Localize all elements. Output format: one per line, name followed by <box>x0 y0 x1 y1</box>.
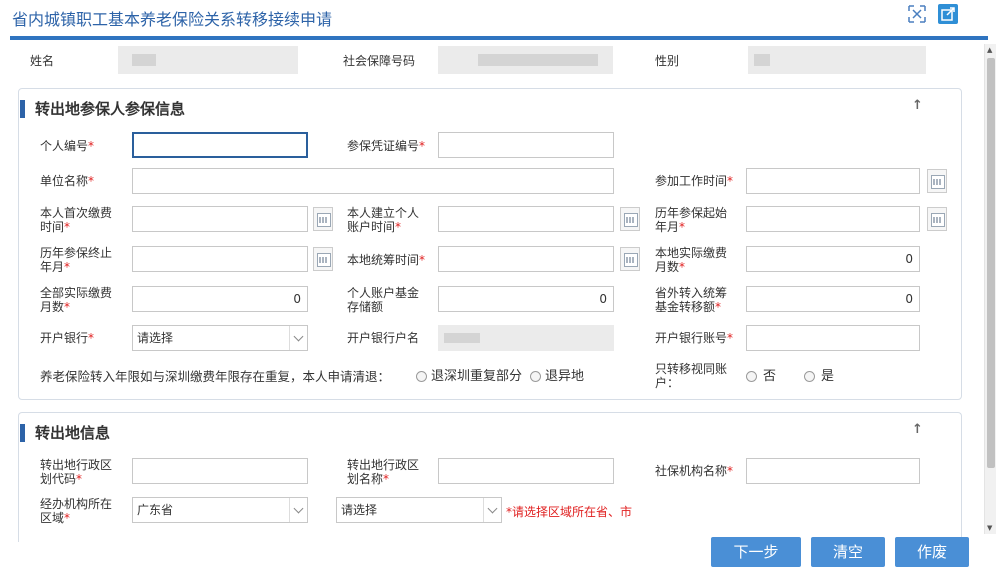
external-fund-input[interactable]: 0 <box>746 286 920 312</box>
history-start-input[interactable] <box>746 206 920 232</box>
radio-no-label: 否 <box>763 369 777 384</box>
region-code-input[interactable] <box>132 458 308 484</box>
gender-value-redacted <box>748 46 926 74</box>
gender-label: 性别 <box>655 54 680 68</box>
window-title: 省内城镇职工基本养老保险关系转移接续申请 <box>12 10 333 29</box>
ssn-value-redacted <box>438 46 613 74</box>
region-name-label: 转出地行政区 划名称* <box>347 458 420 486</box>
bank-account-name-label: 开户银行户名 <box>347 331 420 345</box>
section-title-region: 转出地信息 <box>20 424 110 442</box>
calendar-icon[interactable] <box>620 207 640 231</box>
external-fund-label: 省外转入统筹 基金转移额* <box>655 286 728 314</box>
crop-expand-icon[interactable] <box>907 4 927 24</box>
personal-no-label: 个人编号* <box>40 139 95 153</box>
name-label: 姓名 <box>30 54 55 68</box>
account-created-input[interactable] <box>438 206 614 232</box>
calendar-icon[interactable] <box>927 207 947 231</box>
work-start-label: 参加工作时间* <box>655 174 734 188</box>
scroll-up-icon[interactable]: ▲ <box>987 46 992 54</box>
account-fund-label: 个人账户基金 存储额 <box>347 286 420 314</box>
calendar-icon[interactable] <box>313 247 333 271</box>
unit-name-label: 单位名称* <box>40 174 95 188</box>
region-code-label: 转出地行政区 划代码* <box>40 458 113 486</box>
province-select-value: 广东省 <box>137 503 174 517</box>
external-link-icon[interactable] <box>938 4 958 24</box>
radio-no[interactable] <box>746 371 757 382</box>
radio-refund-other-label: 退异地 <box>545 369 585 384</box>
radio-yes[interactable] <box>804 371 815 382</box>
certificate-no-input[interactable] <box>438 132 614 158</box>
overlap-question-label: 养老保险转入年限如与深圳缴费年限存在重复，本人申请清退： <box>40 369 391 384</box>
first-pay-label: 本人首次缴费 时间* <box>40 206 113 234</box>
bank-select-value: 请选择 <box>137 331 174 345</box>
chevron-down-icon <box>289 498 307 522</box>
clear-button[interactable]: 清空 <box>811 537 885 567</box>
local-months-input[interactable]: 0 <box>746 246 920 272</box>
history-start-label: 历年参保起始 年月* <box>655 206 728 234</box>
region-hint: *请选择区域所在省、市 <box>506 505 633 519</box>
bank-account-no-input[interactable] <box>746 325 920 351</box>
account-created-label: 本人建立个人 账户时间* <box>347 206 420 234</box>
city-select-value: 请选择 <box>341 503 378 517</box>
region-name-input[interactable] <box>438 458 614 484</box>
city-select[interactable]: 请选择 <box>336 497 502 523</box>
local-months-label: 本地实际缴费 月数* <box>655 246 728 274</box>
province-select[interactable]: 广东省 <box>132 497 308 523</box>
collapse-arrow-icon[interactable]: ↑ <box>912 98 923 113</box>
bank-account-name-redacted <box>438 325 614 351</box>
bank-select[interactable]: 请选择 <box>132 325 308 351</box>
first-pay-input[interactable] <box>132 206 308 232</box>
chevron-down-icon <box>483 498 501 522</box>
next-step-button[interactable]: 下一步 <box>711 537 801 567</box>
vertical-scrollbar[interactable]: ▲ ▼ <box>984 44 996 534</box>
history-end-input[interactable] <box>132 246 308 272</box>
chevron-down-icon <box>289 326 307 350</box>
bank-account-no-label: 开户银行账号* <box>655 331 734 345</box>
radio-refund-shenzhen[interactable] <box>416 371 427 382</box>
agency-label: 社保机构名称* <box>655 464 734 478</box>
only-transfer-label: 只转移视同账 户： <box>655 362 728 390</box>
ssn-label: 社会保障号码 <box>343 54 416 68</box>
collapse-arrow-icon[interactable]: ↑ <box>912 422 923 437</box>
calendar-icon[interactable] <box>620 247 640 271</box>
calendar-icon[interactable] <box>313 207 333 231</box>
radio-refund-other[interactable] <box>530 371 541 382</box>
local-pool-label: 本地统筹时间* <box>347 253 426 267</box>
title-divider <box>10 36 988 40</box>
void-button[interactable]: 作废 <box>895 537 969 567</box>
name-value-redacted <box>118 46 298 74</box>
total-months-label: 全部实际缴费 月数* <box>40 286 113 314</box>
radio-yes-label: 是 <box>821 369 835 384</box>
total-months-input[interactable]: 0 <box>132 286 308 312</box>
work-start-input[interactable] <box>746 168 920 194</box>
calendar-icon[interactable] <box>927 169 947 193</box>
agency-region-label: 经办机构所在 区域* <box>40 497 113 525</box>
personal-no-input[interactable] <box>132 132 308 158</box>
certificate-no-label: 参保凭证编号* <box>347 139 426 153</box>
section-title-insured: 转出地参保人参保信息 <box>20 100 185 118</box>
window-titlebar: 省内城镇职工基本养老保险关系转移接续申请 <box>0 0 1000 34</box>
radio-refund-shenzhen-label: 退深圳重复部分 <box>431 369 523 384</box>
history-end-label: 历年参保终止 年月* <box>40 246 113 274</box>
bank-label: 开户银行* <box>40 331 95 345</box>
account-fund-input[interactable]: 0 <box>438 286 614 312</box>
agency-input[interactable] <box>746 458 920 484</box>
local-pool-input[interactable] <box>438 246 614 272</box>
scrollbar-thumb[interactable] <box>987 58 995 468</box>
scroll-down-icon[interactable]: ▼ <box>987 524 992 532</box>
unit-name-input[interactable] <box>132 168 614 194</box>
